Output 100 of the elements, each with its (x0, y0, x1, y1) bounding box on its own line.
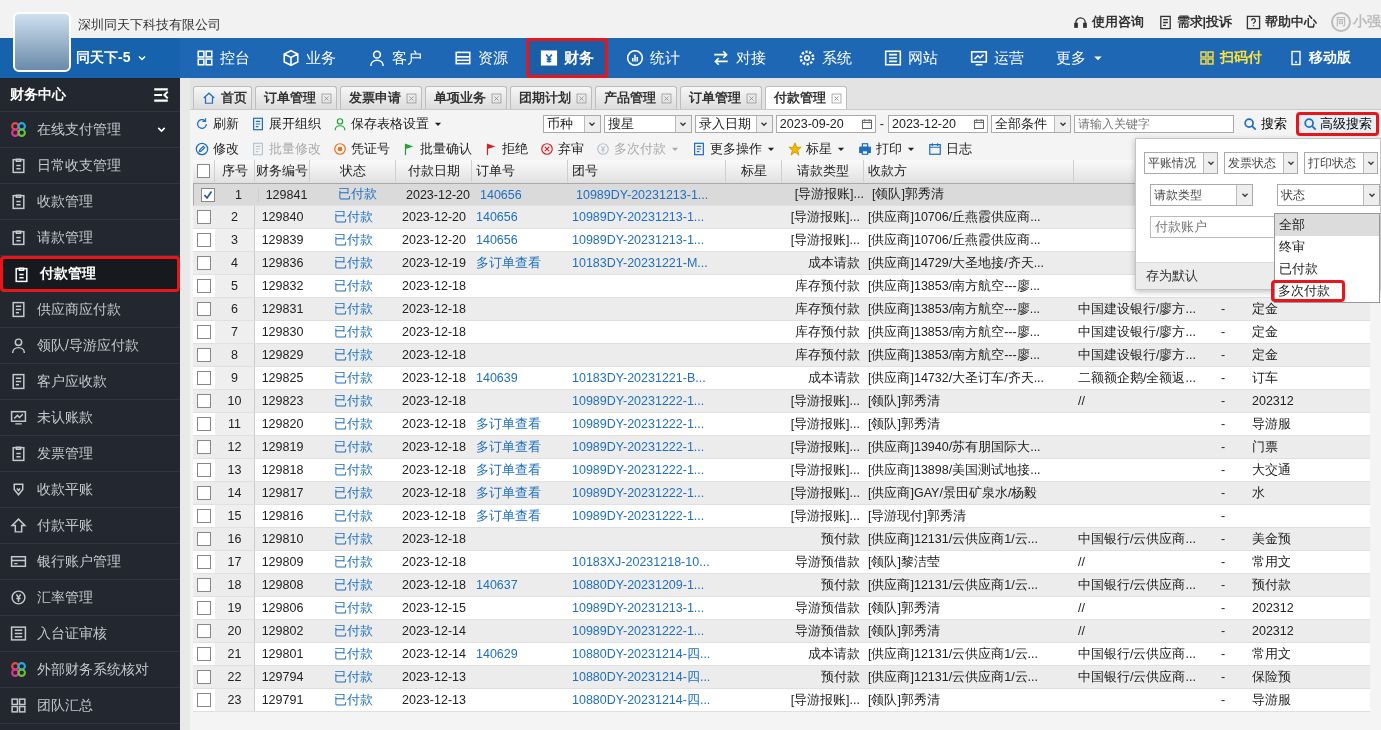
status-link[interactable]: 已付款 (333, 323, 373, 341)
action-button[interactable]: 打印 (858, 140, 916, 158)
row-checkbox[interactable] (197, 394, 211, 408)
status-link[interactable]: 已付款 (333, 530, 373, 548)
dropdown-option[interactable]: 多次付款 (1271, 280, 1345, 302)
group-link[interactable]: 10989DY-20231222-1... (572, 486, 705, 500)
order-link[interactable]: 140656 (480, 187, 522, 202)
status-link[interactable]: 已付款 (333, 438, 373, 456)
order-link[interactable]: 多订单查看 (476, 438, 541, 456)
toolbar-button[interactable]: 保存表格设置 (333, 115, 443, 133)
nav-item[interactable]: 系统 (784, 38, 866, 78)
tab[interactable]: 订单管理 (255, 86, 337, 109)
action-button[interactable]: 修改 (195, 140, 239, 158)
row-checkbox[interactable] (197, 486, 211, 500)
status-link[interactable]: 已付款 (333, 254, 373, 272)
date-field[interactable]: 2023-12-20 (888, 115, 988, 133)
sidebar-item[interactable]: 日常收支管理 (0, 148, 180, 184)
top-link[interactable]: 帮助中心 (1246, 13, 1317, 31)
order-link[interactable]: 140656 (476, 233, 518, 247)
group-link[interactable]: 10989DY-20231222-1... (572, 463, 705, 477)
group-link[interactable]: 10880DY-20231214-四... (572, 668, 711, 686)
status-link[interactable]: 已付款 (333, 231, 373, 249)
row-checkbox[interactable] (201, 187, 215, 202)
nav-item[interactable]: 对接 (698, 38, 780, 78)
group-link[interactable]: 10989DY-20231213-1... (572, 601, 705, 615)
request-type-select[interactable]: 请款类型 (1150, 184, 1253, 206)
dropdown-option[interactable]: 已付款 (1275, 258, 1379, 280)
sidebar-item[interactable]: 发票管理 (0, 436, 180, 472)
tab[interactable]: 订单管理 (680, 86, 762, 109)
sidebar-item[interactable]: 供应商应付款 (0, 292, 180, 328)
sidebar-item[interactable]: 在线支付管理 (0, 112, 180, 148)
tab[interactable]: 单项业务 (425, 86, 507, 109)
group-link[interactable]: 10183DY-20231221-M... (572, 256, 708, 270)
group-link[interactable]: 10989DY-20231222-1... (572, 394, 705, 408)
action-button[interactable]: 标星 (788, 140, 846, 158)
condition-select[interactable]: 全部条件 (991, 115, 1071, 133)
status-link[interactable]: 已付款 (333, 369, 373, 387)
row-checkbox[interactable] (197, 233, 211, 247)
group-link[interactable]: 10183DY-20231221-B... (572, 371, 706, 385)
row-checkbox[interactable] (197, 693, 211, 707)
status-link[interactable]: 已付款 (333, 346, 373, 364)
status-link[interactable]: 已付款 (333, 668, 373, 686)
tab[interactable]: 首页 (193, 86, 252, 109)
tab[interactable]: 发票申请 (340, 86, 422, 109)
nav-item[interactable]: 控台 (182, 38, 264, 78)
row-checkbox[interactable] (197, 302, 211, 316)
status-link[interactable]: 已付款 (333, 622, 373, 640)
sidebar-item[interactable]: 客户应收款 (0, 364, 180, 400)
row-checkbox[interactable] (197, 647, 211, 661)
row-checkbox[interactable] (197, 509, 211, 523)
group-link[interactable]: 10183XJ-20231218-10... (572, 555, 710, 569)
save-default-button[interactable]: 存为默认 (1136, 267, 1198, 285)
sidebar-item[interactable]: 收款管理 (0, 184, 180, 220)
status-link[interactable]: 已付款 (337, 186, 377, 203)
nav-item[interactable]: 业务 (268, 38, 350, 78)
status-link[interactable]: 已付款 (333, 300, 373, 318)
status-link[interactable]: 已付款 (333, 208, 373, 226)
order-link[interactable]: 多订单查看 (476, 461, 541, 479)
action-button[interactable]: 拒绝 (484, 140, 528, 158)
status-link[interactable]: 已付款 (333, 415, 373, 433)
top-link[interactable]: 使用咨询 (1072, 13, 1144, 31)
nav-item[interactable]: 统计 (612, 38, 694, 78)
order-link[interactable]: 140629 (476, 647, 518, 661)
dropdown-option[interactable]: 全部 (1275, 214, 1379, 236)
keyword-field[interactable]: 请输入关键字 (1074, 115, 1234, 133)
column-header[interactable]: 团号 (572, 162, 598, 180)
row-checkbox[interactable] (197, 348, 211, 362)
row-checkbox[interactable] (197, 578, 211, 592)
order-link[interactable]: 多订单查看 (476, 415, 541, 433)
group-link[interactable]: 10989DY-20231213-1... (576, 187, 709, 202)
sidebar-item[interactable]: 付款管理 (0, 256, 180, 292)
action-button[interactable]: 日志 (928, 140, 972, 158)
sidebar-item[interactable]: 领队/导游应付款 (0, 328, 180, 364)
order-link[interactable]: 140639 (476, 371, 518, 385)
row-checkbox[interactable] (197, 210, 211, 224)
group-link[interactable]: 10989DY-20231213-1... (572, 210, 705, 224)
group-link[interactable]: 10989DY-20231213-1... (572, 233, 705, 247)
sidebar-item[interactable]: 团队汇总 (0, 688, 180, 724)
nav-item[interactable]: 资源 (440, 38, 522, 78)
advanced-search-button[interactable]: 高级搜索 (1296, 112, 1379, 136)
order-link[interactable]: 多订单查看 (476, 484, 541, 502)
toolbar-button[interactable]: 刷新 (195, 115, 239, 133)
tab[interactable]: 付款管理 (765, 86, 847, 109)
status-link[interactable]: 已付款 (333, 484, 373, 502)
action-button[interactable]: 凭证号 (333, 140, 390, 158)
toolbar-button[interactable]: 展开组织 (251, 115, 321, 133)
order-link[interactable]: 多订单查看 (476, 507, 541, 525)
top-link[interactable]: 需求|投诉 (1157, 13, 1232, 31)
order-link[interactable]: 140656 (476, 210, 518, 224)
row-checkbox[interactable] (197, 325, 211, 339)
sidebar-item[interactable]: 外部财务系统核对 (0, 652, 180, 688)
search-button[interactable]: 搜索 (1237, 115, 1293, 133)
tab[interactable]: 产品管理 (595, 86, 677, 109)
select-all-checkbox[interactable] (197, 164, 210, 178)
group-link[interactable]: 10989DY-20231222-1... (572, 509, 705, 523)
status-link[interactable]: 已付款 (333, 691, 373, 709)
group-link[interactable]: 10880DY-20231214-四... (572, 691, 711, 709)
column-header[interactable]: 请款类型 (796, 162, 849, 180)
column-header[interactable]: 序号 (221, 162, 248, 180)
sidebar-item[interactable]: 汇率管理 (0, 580, 180, 616)
